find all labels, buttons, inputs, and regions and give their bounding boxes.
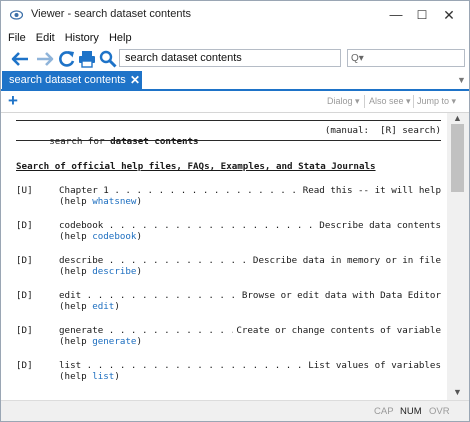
list-item: [U] Chapter 1 . . . . . . . . . . . . . … (16, 185, 441, 213)
tab-label: search dataset contents (9, 74, 126, 86)
entry-description: Describe data in memory or in file (249, 255, 441, 266)
manual-tag: [D] (16, 290, 33, 301)
top-rule (16, 120, 441, 121)
help-content: search for dataset contents (manual: [R]… (1, 113, 447, 400)
tab-list-chevron-icon[interactable]: ▼ (457, 75, 466, 85)
entry-help: (help edit) (59, 301, 120, 312)
header-rule (16, 140, 441, 141)
entry-description: Create or change contents of variable (233, 325, 441, 336)
find-icon[interactable] (98, 49, 118, 69)
scroll-thumb[interactable] (451, 124, 464, 192)
back-arrow-icon[interactable] (10, 49, 30, 69)
help-suffix: ) (136, 266, 143, 277)
minimize-button[interactable]: — (385, 5, 407, 25)
forward-arrow-icon[interactable] (35, 49, 55, 69)
toolbar: search dataset contents Q▾ (1, 47, 469, 71)
search-input[interactable]: Q▾ (347, 49, 465, 67)
manual-tag: [D] (16, 220, 33, 231)
close-button[interactable]: ✕ (438, 5, 460, 25)
help-prefix: (help (59, 231, 93, 242)
dialog-dropdown[interactable]: Dialog ▾ (327, 96, 360, 107)
help-suffix: ) (136, 231, 143, 242)
entry-command: Chapter 1 . . . . . . . . . . . . . . . … (59, 185, 297, 196)
entry-help: (help describe) (59, 266, 142, 277)
menu-help[interactable]: Help (104, 32, 137, 44)
entry-help: (help codebook) (59, 231, 142, 242)
title-bar: Viewer - search dataset contents — ☐ ✕ (1, 1, 469, 29)
window-title: Viewer - search dataset contents (31, 8, 191, 20)
list-item: [D] generate . . . . . . . . . . . . . .… (16, 325, 441, 353)
caps-lock-indicator: CAP (374, 406, 394, 417)
entry-help: (help generate) (59, 336, 142, 347)
separator (364, 95, 365, 108)
address-input[interactable]: search dataset contents (119, 49, 341, 67)
list-item: [D] edit . . . . . . . . . . . . . . . .… (16, 290, 441, 318)
separator (413, 95, 414, 108)
help-prefix: (help (59, 371, 93, 382)
new-tab-plus-icon[interactable]: + (8, 92, 18, 110)
tab-search-dataset-contents[interactable]: search dataset contents ✕ (2, 71, 142, 91)
entry-help: (help whatsnew) (59, 196, 142, 207)
help-suffix: ) (114, 371, 120, 382)
manual-tag: [D] (16, 255, 33, 266)
help-suffix: ) (114, 301, 120, 312)
entry-command: describe . . . . . . . . . . . . . . . (59, 255, 270, 266)
overwrite-indicator: OVR (429, 406, 450, 417)
menu-history[interactable]: History (60, 32, 104, 44)
entry-description: Browse or edit data with Data Editor (238, 290, 441, 301)
search-term: dataset contents (110, 136, 199, 147)
entry-command: codebook . . . . . . . . . . . . . . . .… (59, 220, 358, 231)
help-prefix: (help (59, 196, 93, 207)
viewer-window: Viewer - search dataset contents — ☐ ✕ F… (0, 0, 470, 422)
also-see-dropdown[interactable]: Also see ▾ (369, 96, 411, 107)
viewer-subtoolbar: + Dialog ▾ Also see ▾ Jump to ▾ (1, 91, 469, 113)
jump-to-dropdown[interactable]: Jump to ▾ (417, 96, 456, 107)
entry-description: List values of variables (305, 360, 441, 371)
num-lock-indicator: NUM (400, 406, 422, 417)
section-heading: Search of official help files, FAQs, Exa… (16, 161, 376, 172)
search-dropdown-icon[interactable]: Q▾ (351, 53, 364, 64)
help-prefix: (help (59, 266, 93, 277)
list-item: [D] list . . . . . . . . . . . . . . . .… (16, 360, 441, 388)
vertical-scrollbar[interactable]: ▲ ▼ (447, 113, 469, 400)
maximize-button[interactable]: ☐ (411, 5, 433, 25)
entry-help: (help list) (59, 371, 120, 382)
help-suffix: ) (136, 336, 143, 347)
refresh-icon[interactable] (57, 49, 77, 69)
search-prefix: search for (49, 136, 111, 147)
entry-description: Describe data contents (316, 220, 441, 231)
manual-tag: [D] (16, 325, 33, 336)
help-prefix: (help (59, 336, 93, 347)
help-suffix: ) (136, 196, 143, 207)
help-link[interactable]: generate (92, 336, 136, 347)
eye-icon (10, 10, 23, 20)
manual-reference[interactable]: (manual: [R] search) (325, 125, 441, 136)
help-link[interactable]: describe (92, 266, 136, 277)
list-item: [D] codebook . . . . . . . . . . . . . .… (16, 220, 441, 248)
entry-description: Read this -- it will help (299, 185, 441, 196)
tab-close-icon[interactable]: ✕ (130, 73, 140, 87)
list-item: [D] describe . . . . . . . . . . . . . .… (16, 255, 441, 283)
manual-tag: [D] (16, 360, 33, 371)
entry-command: generate . . . . . . . . . . . . . . (59, 325, 259, 336)
help-link[interactable]: edit (92, 301, 114, 312)
menu-file[interactable]: File (1, 32, 31, 44)
help-link[interactable]: list (92, 371, 114, 382)
help-link[interactable]: whatsnew (92, 196, 136, 207)
print-icon[interactable] (77, 49, 97, 69)
scroll-down-arrow-icon[interactable]: ▼ (453, 387, 462, 397)
tab-strip: search dataset contents ✕ ▼ (1, 71, 469, 91)
menu-edit[interactable]: Edit (31, 32, 60, 44)
help-prefix: (help (59, 301, 93, 312)
manual-tag: [U] (16, 185, 33, 196)
status-bar: CAP NUM OVR (1, 400, 469, 421)
scroll-up-arrow-icon[interactable]: ▲ (453, 113, 462, 123)
menu-bar: File Edit History Help (1, 29, 469, 47)
help-link[interactable]: codebook (92, 231, 136, 242)
